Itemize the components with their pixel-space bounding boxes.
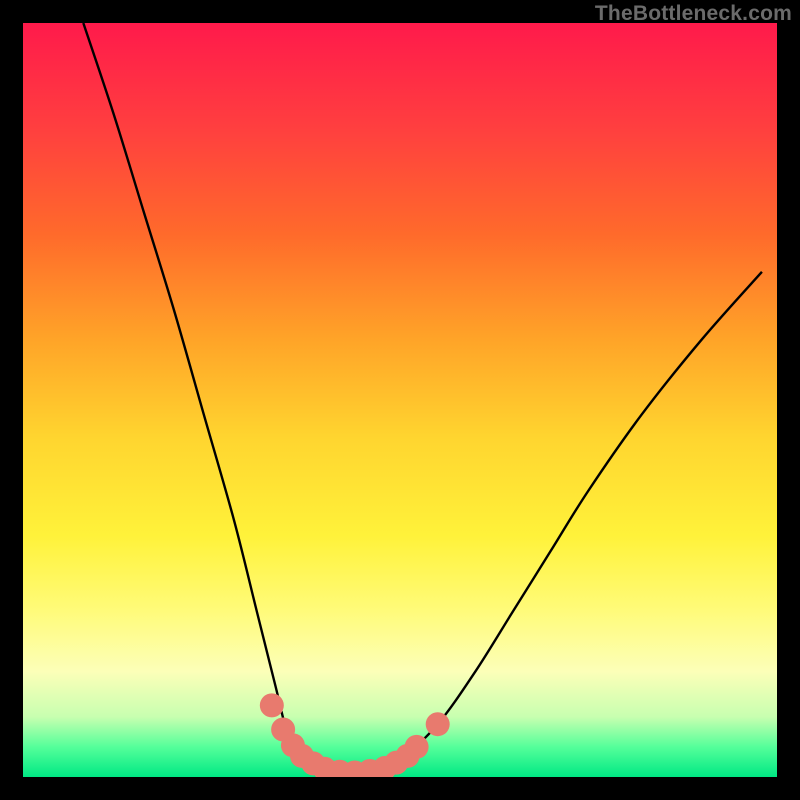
marker-group bbox=[260, 693, 450, 777]
curve-marker bbox=[405, 735, 429, 759]
curve-marker bbox=[426, 712, 450, 736]
chart-frame: TheBottleneck.com bbox=[0, 0, 800, 800]
plot-area bbox=[23, 23, 777, 777]
chart-svg bbox=[23, 23, 777, 777]
bottleneck-curve bbox=[83, 23, 762, 773]
curve-marker bbox=[260, 693, 284, 717]
